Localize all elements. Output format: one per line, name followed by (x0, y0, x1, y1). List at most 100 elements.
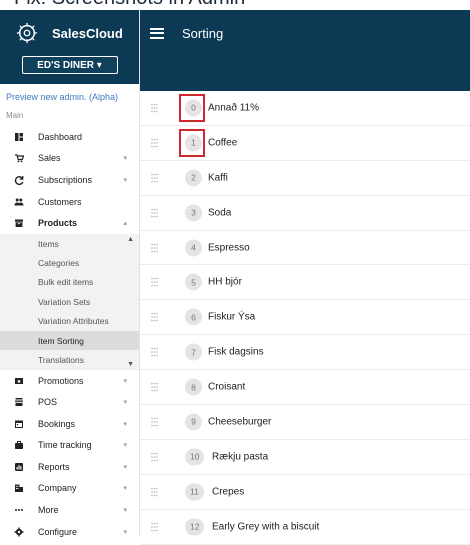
venue-bar: ED'S DINER ▾ (0, 56, 139, 84)
chevron-down-icon: ▾ (96, 59, 102, 71)
chevron-up-icon: ▴ (123, 220, 127, 228)
salescloud-logo-icon (16, 22, 38, 44)
list-item[interactable]: 1 Coffee (140, 125, 470, 161)
sidebar-item-label: Subscriptions (38, 174, 93, 185)
chevron-down-icon: ▾ (123, 507, 127, 515)
venue-selector-button[interactable]: ED'S DINER ▾ (21, 56, 118, 74)
item-name: Early Grey with a biscuit (212, 521, 320, 533)
sidebar-item-label: Promotions (38, 375, 84, 386)
submenu-item-item-sorting[interactable]: Item Sorting (0, 330, 139, 351)
sidebar-item-label: Reports (38, 461, 70, 472)
sort-index-badge: 10 (185, 448, 205, 466)
chevron-down-icon: ▾ (123, 485, 127, 493)
chevron-down-icon: ▾ (123, 377, 127, 385)
submenu-item-variation-sets[interactable]: Variation Sets (0, 292, 139, 311)
sidebar-item-company[interactable]: Company ▾ (0, 478, 139, 500)
building-icon (15, 484, 23, 493)
drag-handle-icon[interactable] (151, 417, 158, 427)
header-subbar (140, 56, 470, 91)
sorting-list: 0 Annað 11% 1 Coffee 2 Kaffi 3 Soda 4 Espresso 5 HH… (140, 91, 470, 545)
sidebar-item-label: Sales (38, 153, 61, 164)
submenu-scroll-up-icon[interactable]: ▲ (127, 236, 134, 243)
sort-index-badge: 4 (185, 239, 202, 256)
submenu-scroll-down-icon[interactable]: ▼ (127, 361, 134, 368)
sidebar-item-customers[interactable]: Customers (0, 191, 139, 213)
top-cropped-title-text: Fix: Screenshots in Admin (14, 0, 245, 10)
preview-new-admin-link[interactable]: Preview new admin. (Alpha) (0, 84, 139, 106)
list-item[interactable]: 3 Soda (140, 195, 470, 231)
list-item[interactable]: 10 Rækju pasta (140, 439, 470, 475)
sidebar-item-more[interactable]: More ▾ (0, 499, 139, 521)
drag-handle-icon[interactable] (151, 312, 158, 322)
sidebar-item-label: Time tracking (38, 440, 92, 451)
chevron-down-icon: ▾ (123, 528, 127, 536)
list-item[interactable]: 11 Crepes (140, 474, 470, 510)
sidebar-item-reports[interactable]: Reports ▾ (0, 456, 139, 478)
sidebar-item-time-tracking[interactable]: Time tracking ▾ (0, 434, 139, 456)
people-icon (14, 198, 24, 206)
sidebar-item-promotions[interactable]: Promotions ▾ (0, 370, 139, 392)
list-item[interactable]: 7 Fisk dagsins (140, 335, 470, 371)
sidebar-item-sales[interactable]: Sales ▾ (0, 148, 139, 170)
list-item[interactable]: 0 Annað 11% (140, 91, 470, 126)
sort-index-badge: 8 (185, 378, 202, 396)
submenu-item-translations[interactable]: Translations (0, 350, 139, 369)
chevron-down-icon: ▾ (123, 176, 127, 184)
submenu-item-variation-attributes[interactable]: Variation Attributes (0, 312, 139, 331)
sidebar-item-label: Company (38, 483, 77, 494)
chevron-down-icon: ▾ (123, 442, 127, 450)
chevron-down-icon: ▾ (123, 420, 127, 428)
list-item[interactable]: 4 Espresso (140, 230, 470, 266)
dashboard-icon (15, 132, 23, 141)
drag-handle-icon[interactable] (151, 347, 158, 357)
ticket-icon (15, 377, 23, 384)
sidebar-item-label: More (38, 505, 59, 516)
highlight-box (179, 93, 205, 122)
venue-label: ED'S DINER (37, 59, 95, 71)
calendar-icon (15, 420, 23, 428)
item-name: Cheeseburger (208, 416, 272, 428)
drag-handle-icon[interactable] (151, 452, 158, 462)
gear-icon (14, 527, 24, 537)
highlight-box (179, 128, 205, 157)
sidebar: SalesCloud ED'S DINER ▾ Preview new admi… (0, 10, 140, 537)
list-item[interactable]: 2 Kaffi (140, 160, 470, 196)
section-label-main: Main (6, 111, 24, 120)
brand[interactable]: SalesCloud (0, 10, 139, 56)
drag-handle-icon[interactable] (151, 103, 158, 113)
sidebar-item-label: Products (38, 218, 78, 229)
drag-handle-icon[interactable] (151, 173, 158, 183)
hamburger-icon[interactable] (150, 27, 164, 39)
item-name: Fiskur Ýsa (208, 311, 256, 323)
list-item[interactable]: 6 Fiskur Ýsa (140, 300, 470, 336)
item-name: Fisk dagsins (208, 346, 264, 358)
drag-handle-icon[interactable] (151, 208, 158, 217)
sidebar-item-label: POS (38, 397, 58, 408)
chevron-down-icon: ▾ (123, 399, 127, 407)
sidebar-item-configure[interactable]: Configure ▾ (0, 521, 139, 543)
submenu-item-categories[interactable]: Categories (0, 253, 139, 272)
dots-icon (15, 509, 23, 512)
list-item[interactable]: 8 Croisant (140, 370, 470, 406)
drag-handle-icon[interactable] (151, 522, 158, 531)
sidebar-item-dashboard[interactable]: Dashboard (0, 126, 139, 148)
drag-handle-icon[interactable] (151, 138, 158, 148)
sidebar-item-subscriptions[interactable]: Subscriptions ▾ (0, 169, 139, 191)
sidebar-item-bookings[interactable]: Bookings ▾ (0, 413, 139, 435)
list-item[interactable]: 9 Cheeseburger (140, 405, 470, 440)
list-item[interactable]: 5 HH bjór (140, 265, 470, 301)
sidebar-item-products[interactable]: Products ▴ (0, 212, 139, 234)
drag-handle-icon[interactable] (151, 487, 158, 497)
list-item[interactable]: 12 Early Grey with a biscuit (140, 509, 470, 545)
sort-index-badge: 9 (185, 413, 202, 431)
drag-handle-icon[interactable] (151, 278, 158, 287)
cart-icon (15, 154, 24, 163)
sidebar-item-pos[interactable]: POS ▾ (0, 391, 139, 413)
submenu-item-items[interactable]: Items (0, 234, 139, 253)
archive-icon (15, 219, 23, 228)
drag-handle-icon[interactable] (151, 382, 158, 392)
submenu-item-bulk-edit-items[interactable]: Bulk edit items (0, 273, 139, 292)
drag-handle-icon[interactable] (151, 243, 158, 252)
item-name: Soda (208, 207, 232, 219)
item-name: HH bjór (208, 276, 242, 288)
